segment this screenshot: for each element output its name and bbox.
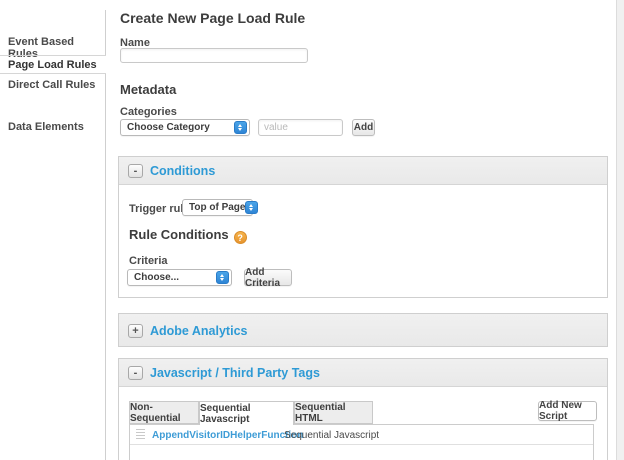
- add-category-button[interactable]: Add: [352, 119, 375, 136]
- trigger-rule-select[interactable]: Top of Page: [182, 199, 259, 216]
- adobe-analytics-panel-header: + Adobe Analytics: [119, 314, 607, 346]
- javascript-panel: - Javascript / Third Party Tags Non-Sequ…: [118, 358, 608, 460]
- conditions-panel-header: - Conditions: [119, 157, 607, 185]
- javascript-panel-header: - Javascript / Third Party Tags: [119, 359, 607, 387]
- script-row[interactable]: AppendVisitorIDHelperFunction Sequential…: [130, 425, 593, 445]
- drag-handle-icon[interactable]: [136, 429, 145, 441]
- tab-sequential-javascript[interactable]: Sequential Javascript: [199, 401, 294, 425]
- add-criteria-button[interactable]: Add Criteria: [244, 267, 292, 289]
- select-stepper-icon: [216, 271, 229, 284]
- script-name-link[interactable]: AppendVisitorIDHelperFunction: [152, 430, 304, 441]
- sidebar-item-event-based-rules[interactable]: Event Based Rules: [8, 36, 100, 60]
- script-list: AppendVisitorIDHelperFunction Sequential…: [129, 424, 594, 460]
- tab-sequential-html[interactable]: Sequential HTML: [294, 401, 373, 424]
- tab-non-sequential[interactable]: Non-Sequential: [129, 401, 199, 424]
- name-input[interactable]: [120, 48, 308, 63]
- rule-conditions-heading: Rule Conditions?: [129, 227, 247, 244]
- sidebar-divider: [105, 10, 106, 55]
- sidebar-item-page-load-rules[interactable]: Page Load Rules: [8, 59, 100, 71]
- conditions-panel: - Conditions Trigger rule at Top of Page…: [118, 156, 608, 298]
- page: Event Based Rules Page Load Rules Direct…: [0, 0, 624, 460]
- category-select-value: Choose Category: [127, 122, 210, 133]
- add-new-script-button[interactable]: Add New Script: [538, 400, 597, 422]
- sidebar-item-divider: [0, 73, 106, 74]
- sidebar-item-data-elements[interactable]: Data Elements: [8, 121, 100, 133]
- rule-conditions-text: Rule Conditions: [129, 227, 229, 242]
- categories-label: Categories: [120, 106, 177, 118]
- criteria-label: Criteria: [129, 255, 168, 267]
- javascript-panel-title: Javascript / Third Party Tags: [150, 366, 320, 380]
- select-stepper-icon: [234, 121, 247, 134]
- collapse-icon[interactable]: -: [128, 366, 143, 380]
- sidebar-item-direct-call-rules[interactable]: Direct Call Rules: [8, 79, 100, 91]
- conditions-panel-title: Conditions: [150, 164, 216, 178]
- category-value-input[interactable]: [258, 119, 343, 136]
- expand-icon[interactable]: +: [128, 324, 143, 338]
- sidebar-item-divider: [0, 55, 106, 56]
- adobe-analytics-panel: + Adobe Analytics: [118, 313, 608, 347]
- vertical-scrollbar[interactable]: [616, 0, 624, 460]
- select-stepper-icon: [245, 201, 259, 214]
- collapse-icon[interactable]: -: [128, 164, 143, 178]
- trigger-rule-select-value: Top of Page: [189, 202, 246, 213]
- category-select[interactable]: Choose Category: [120, 119, 250, 136]
- page-title: Create New Page Load Rule: [120, 10, 306, 26]
- sidebar-divider: [105, 73, 106, 460]
- help-icon[interactable]: ?: [233, 231, 247, 244]
- criteria-select[interactable]: Choose...: [127, 269, 232, 286]
- metadata-heading: Metadata: [120, 82, 177, 97]
- criteria-select-value: Choose...: [134, 272, 180, 283]
- script-type-label: Sequential Javascript: [284, 430, 380, 441]
- adobe-analytics-panel-title: Adobe Analytics: [150, 324, 248, 338]
